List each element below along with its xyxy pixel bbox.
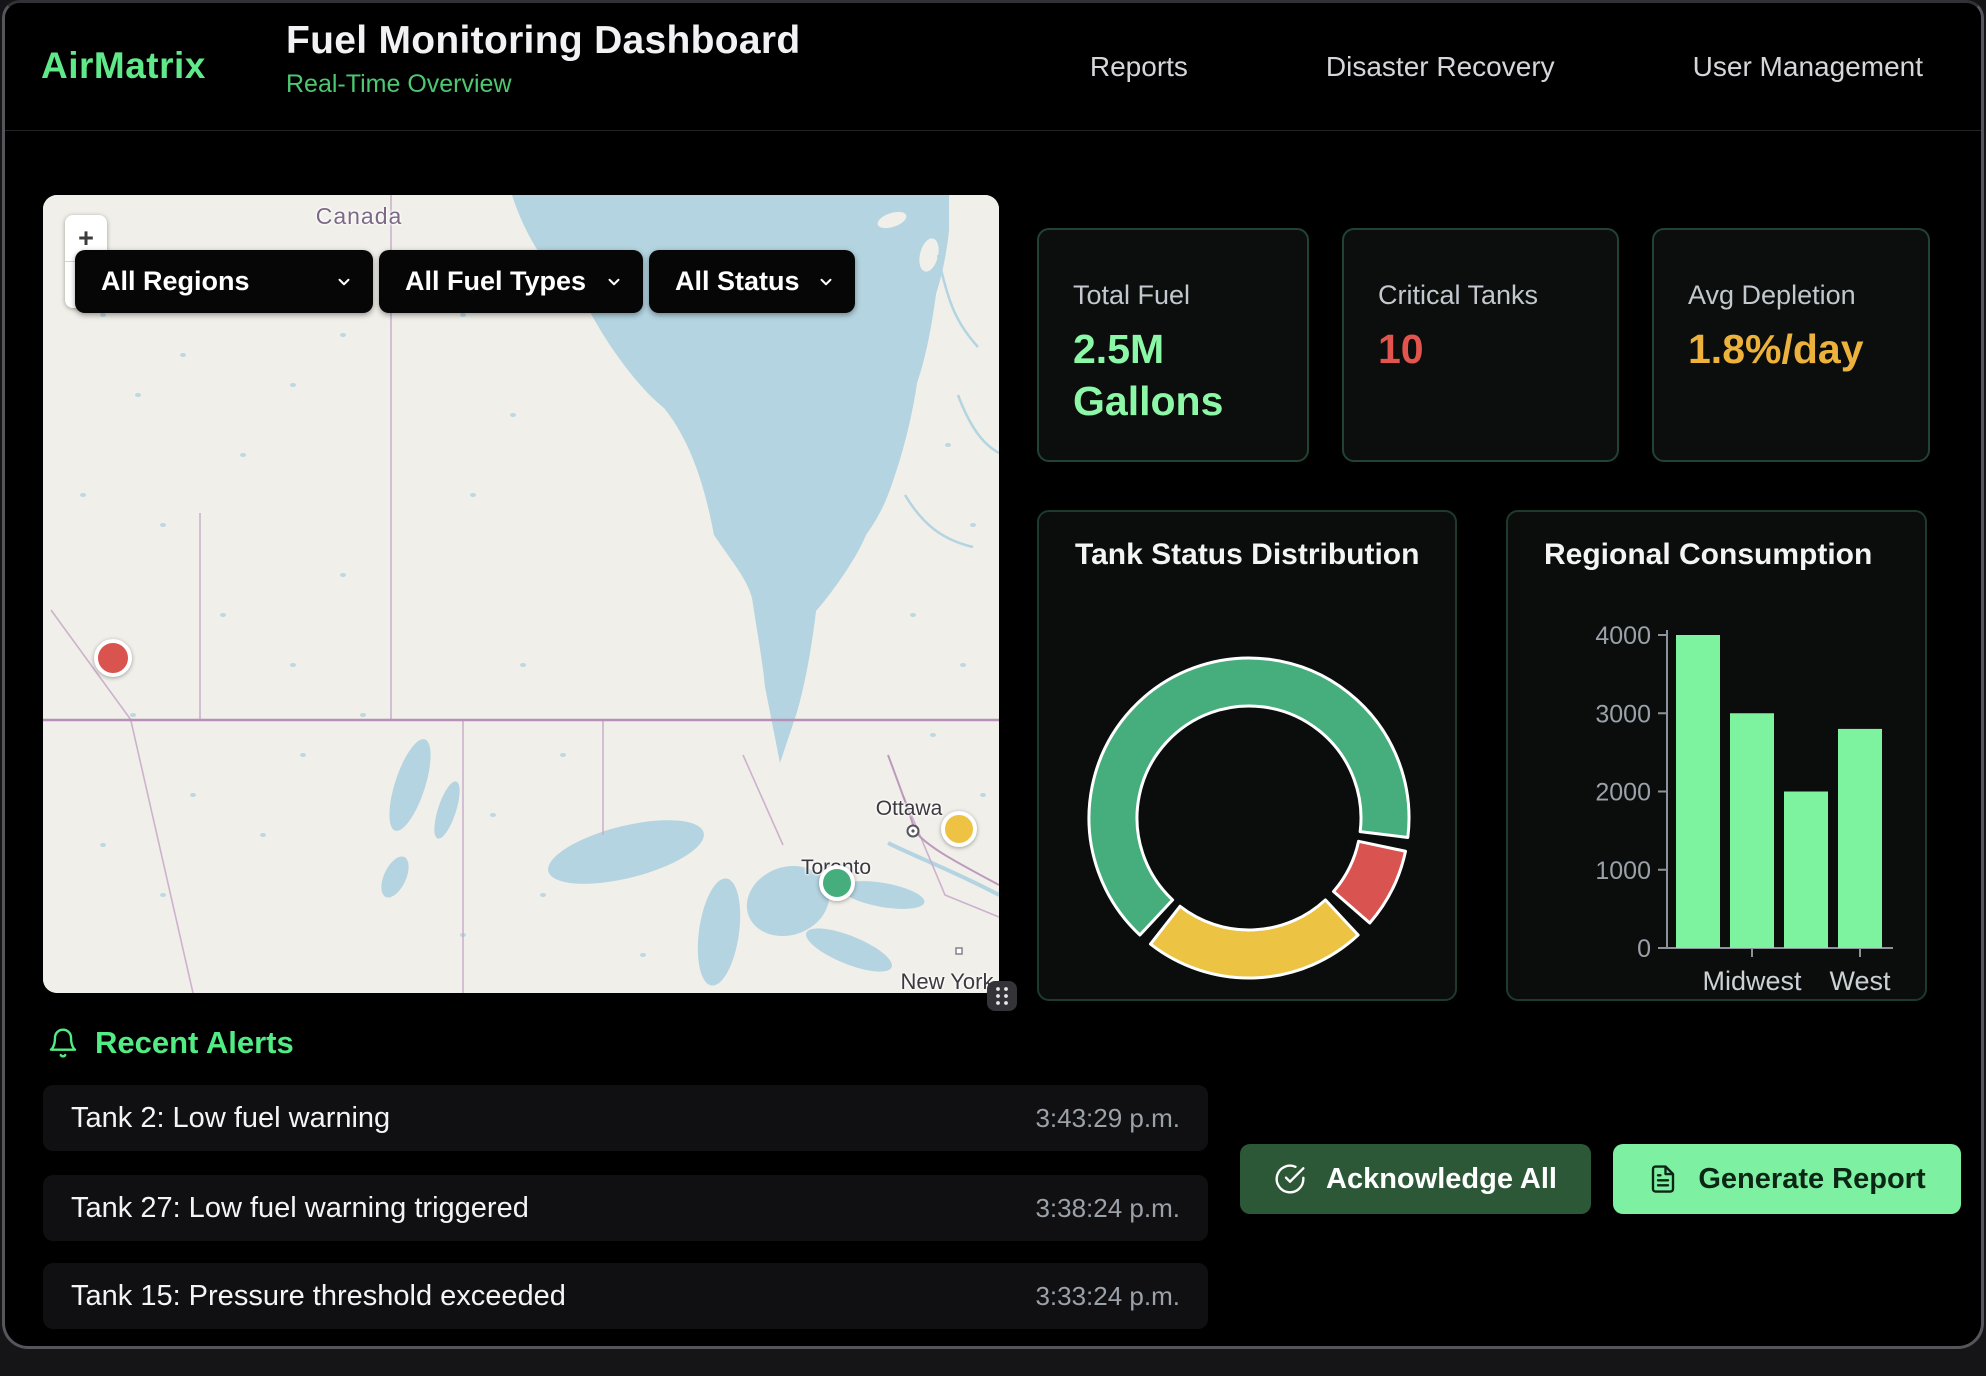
page-subtitle: Real-Time Overview: [286, 70, 800, 99]
stat-value: 1.8%/day: [1688, 323, 1896, 375]
bell-icon: [47, 1027, 79, 1059]
chevron-down-icon: [335, 273, 353, 291]
page-title: Fuel Monitoring Dashboard: [286, 19, 800, 63]
map-label-canada: Canada: [289, 203, 429, 230]
stat-value: 10: [1378, 323, 1585, 375]
fuel-type-filter-value: All Fuel Types: [405, 266, 586, 297]
svg-text:4000: 4000: [1595, 622, 1651, 650]
alert-time: 3:38:24 p.m.: [1035, 1193, 1180, 1224]
alert-message: Tank 15: Pressure threshold exceeded: [71, 1280, 566, 1313]
nav-user-management[interactable]: User Management: [1693, 51, 1923, 83]
map-filters: All Regions All Fuel Types All Status: [75, 250, 855, 313]
acknowledge-all-label: Acknowledge All: [1326, 1163, 1557, 1196]
alert-message: Tank 2: Low fuel warning: [71, 1102, 390, 1135]
stat-card-critical-tanks: Critical Tanks 10: [1342, 228, 1619, 462]
check-circle-icon: [1274, 1163, 1306, 1195]
nav-reports[interactable]: Reports: [1090, 51, 1188, 83]
fuel-type-filter-dropdown[interactable]: All Fuel Types: [379, 250, 643, 313]
region-filter-value: All Regions: [101, 266, 250, 297]
svg-text:1000: 1000: [1595, 857, 1651, 885]
alert-row: Tank 2: Low fuel warning 3:43:29 p.m.: [43, 1085, 1208, 1151]
chevron-down-icon: [817, 273, 835, 291]
generate-report-button[interactable]: Generate Report: [1613, 1144, 1961, 1214]
stat-label: Critical Tanks: [1378, 280, 1585, 311]
alert-message: Tank 27: Low fuel warning triggered: [71, 1192, 529, 1225]
svg-text:2000: 2000: [1595, 779, 1651, 807]
stat-card-total-fuel: Total Fuel 2.5M Gallons: [1037, 228, 1309, 462]
map-resize-handle[interactable]: [987, 981, 1017, 1011]
acknowledge-all-button[interactable]: Acknowledge All: [1240, 1144, 1591, 1214]
alerts-title: Recent Alerts: [95, 1025, 294, 1061]
title-block: Fuel Monitoring Dashboard Real-Time Over…: [286, 19, 800, 99]
svg-text:Midwest: Midwest: [1702, 966, 1802, 996]
svg-text:3000: 3000: [1595, 700, 1651, 728]
tank-status-donut-chart: [1039, 512, 1459, 1003]
map-marker-normal[interactable]: [819, 865, 855, 901]
chevron-down-icon: [605, 273, 623, 291]
stat-value: 2.5M Gallons: [1073, 323, 1275, 428]
status-filter-value: All Status: [675, 266, 800, 297]
regional-consumption-bar-chart: 0 1000 2000 3000 4000 Midwest West: [1508, 512, 1929, 1003]
alert-time: 3:33:24 p.m.: [1035, 1281, 1180, 1312]
grip-dots-icon: [993, 985, 1011, 1007]
map-panel[interactable]: Canada Ottawa Toronto New York + − All R…: [43, 195, 999, 993]
generate-report-label: Generate Report: [1698, 1163, 1925, 1196]
regional-consumption-chart-card: Regional Consumption 01000200030004000Mi…: [1506, 510, 1927, 1001]
svg-text:West: West: [1829, 966, 1891, 996]
alerts-header: Recent Alerts: [47, 1025, 294, 1061]
stat-label: Avg Depletion: [1688, 280, 1896, 311]
alert-row: Tank 15: Pressure threshold exceeded 3:3…: [43, 1263, 1208, 1329]
alert-time: 3:43:29 p.m.: [1035, 1103, 1180, 1134]
svg-text:0: 0: [1637, 935, 1651, 963]
nav-disaster-recovery[interactable]: Disaster Recovery: [1326, 51, 1555, 83]
app-window: AirMatrix Fuel Monitoring Dashboard Real…: [2, 0, 1984, 1349]
stat-card-avg-depletion: Avg Depletion 1.8%/day: [1652, 228, 1930, 462]
main-nav: Reports Disaster Recovery User Managemen…: [1090, 3, 1923, 130]
map-marker-critical[interactable]: [94, 639, 132, 677]
header: AirMatrix Fuel Monitoring Dashboard Real…: [5, 3, 1981, 131]
brand-logo: AirMatrix: [41, 45, 206, 87]
status-filter-dropdown[interactable]: All Status: [649, 250, 855, 313]
map-marker-warning[interactable]: [941, 811, 977, 847]
file-text-icon: [1648, 1164, 1678, 1194]
region-filter-dropdown[interactable]: All Regions: [75, 250, 373, 313]
map-label-new-york: New York: [877, 969, 999, 993]
alert-row: Tank 27: Low fuel warning triggered 3:38…: [43, 1175, 1208, 1241]
stat-label: Total Fuel: [1073, 280, 1275, 311]
tank-status-chart-card: Tank Status Distribution: [1037, 510, 1457, 1001]
